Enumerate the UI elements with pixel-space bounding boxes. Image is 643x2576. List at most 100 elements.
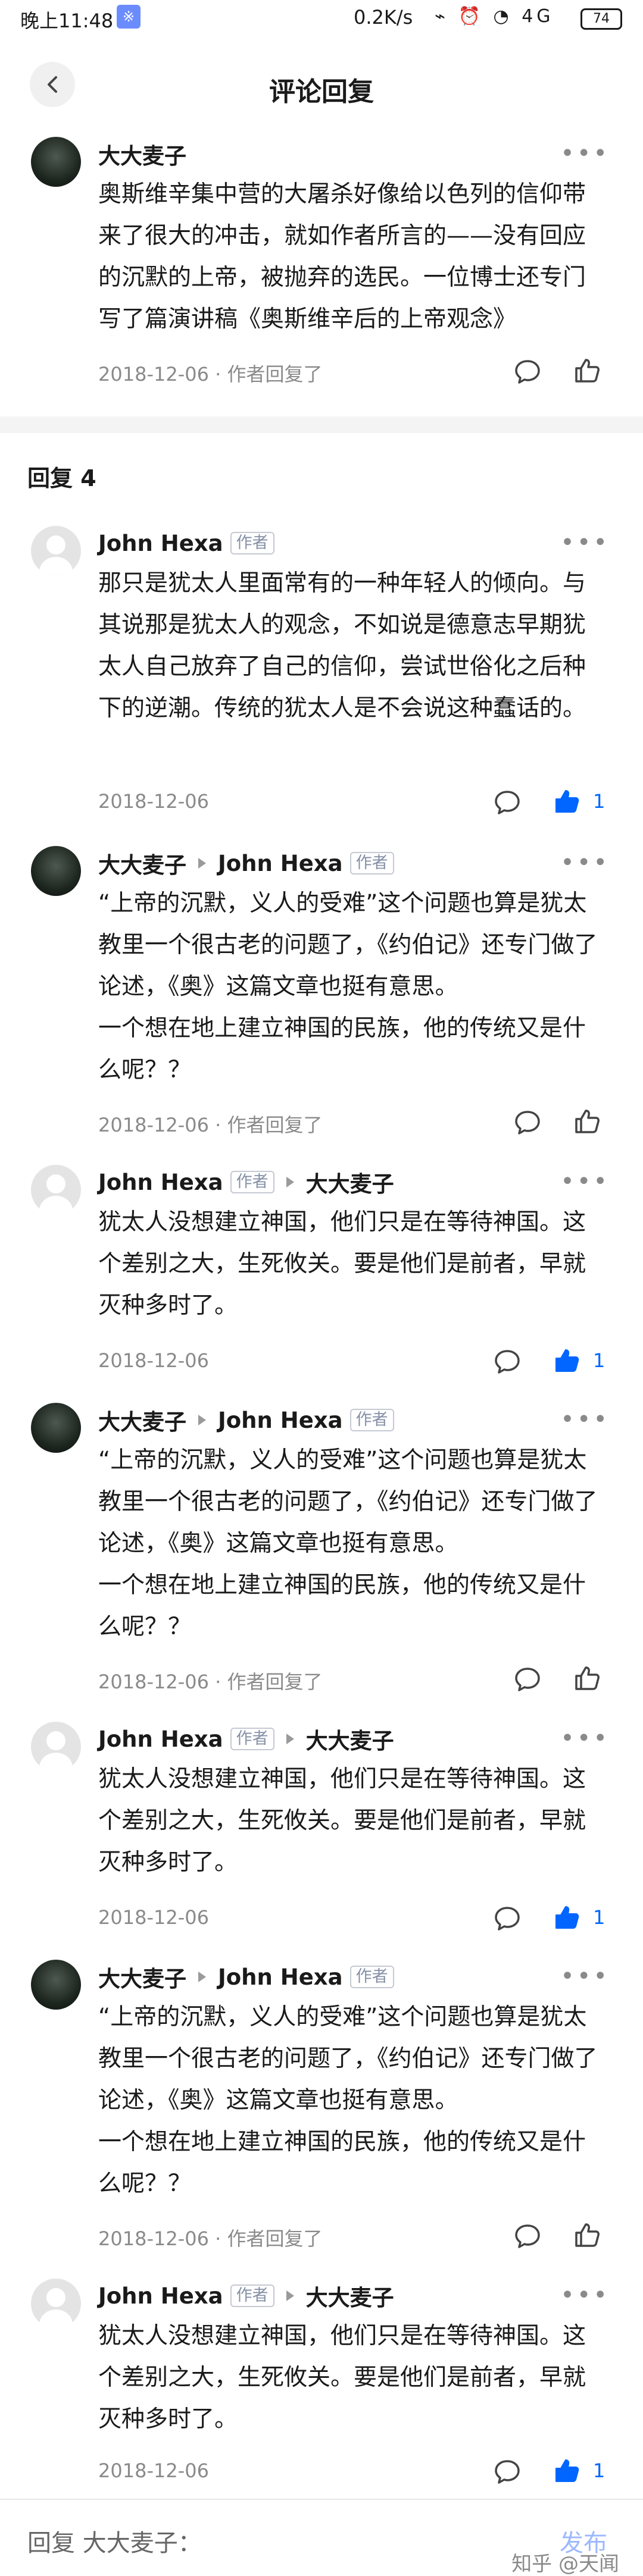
reply-item: 大大麦子 John Hexa 作者 ••• “上帝的沉默，义人的受难”这个问题也… (0, 838, 643, 1147)
reply-icon[interactable] (493, 1904, 522, 1933)
author-name[interactable]: John Hexa (98, 1726, 223, 1752)
author-row: John Hexa 作者 大大麦子 (98, 2281, 394, 2311)
author-badge: 作者 (230, 532, 274, 554)
like-icon[interactable] (573, 356, 601, 385)
comment-text: 犹太人没想建立神国，他们只是在等待神国。这个差别之大，生死攸关。要是他们是前者，… (98, 2323, 586, 2433)
reply-icon[interactable] (513, 1665, 542, 1694)
page-header: 评论回复 (0, 39, 643, 129)
author-row: John Hexa 作者 大大麦子 (98, 1166, 394, 1198)
author-name[interactable]: John Hexa (98, 2283, 223, 2309)
more-options-button[interactable]: ••• (560, 1170, 610, 1193)
author-row: John Hexa 作者 (98, 528, 274, 558)
comment-meta: 2018-12-06 · 作者回复了 (98, 1114, 323, 1136)
like-icon-active[interactable] (553, 787, 581, 816)
author-name[interactable]: 大大麦子 (98, 1404, 186, 1436)
comment-meta: 2018-12-06 · 作者回复了 (98, 1671, 323, 1693)
more-options-button[interactable]: ••• (560, 142, 610, 165)
comment-meta: 2018-12-06 (98, 1906, 209, 1929)
reply-to-name[interactable]: 大大麦子 (306, 1723, 394, 1755)
more-options-button[interactable]: ••• (560, 1964, 610, 1988)
comment-meta: 2018-12-06 · 作者回复了 (98, 2227, 323, 2250)
author-name[interactable]: John Hexa (98, 1170, 223, 1195)
watermark: 知乎 @天闻 (511, 2552, 619, 2576)
author-badge: 作者 (349, 1409, 394, 1431)
avatar[interactable] (31, 526, 81, 576)
reply-to-name[interactable]: John Hexa (218, 851, 343, 876)
reply-icon[interactable] (493, 788, 522, 817)
reply-icon[interactable] (493, 1347, 522, 1376)
author-row: 大大麦子 John Hexa 作者 (98, 1962, 394, 1992)
comment-text: “上帝的沉默，义人的受难”这个问题也算是犹太教里一个很古老的问题了，《约伯记》还… (98, 2004, 598, 2197)
reply-to-name[interactable]: John Hexa (218, 1408, 343, 1433)
avatar[interactable] (31, 1403, 81, 1453)
comment-meta: 2018-12-06 · 作者回复了 (98, 363, 323, 386)
battery-icon: 74 (580, 8, 622, 30)
more-options-button[interactable]: ••• (560, 1408, 610, 1431)
author-name[interactable]: 大大麦子 (98, 138, 186, 170)
author-badge: 作者 (349, 1966, 394, 1988)
more-options-button[interactable]: ••• (560, 2283, 610, 2307)
reply-bar: 回复 大大麦子： 发布 知乎 @天闻 (0, 2499, 643, 2576)
author-badge: 作者 (230, 1171, 274, 1193)
replies-header: 回复 4 (27, 465, 96, 491)
comment-text: 犹太人没想建立神国，他们只是在等待神国。这个差别之大，生死攸关。要是他们是前者，… (98, 1209, 586, 1319)
reply-to-arrow-icon (286, 1734, 294, 1744)
like-count: 1 (593, 790, 605, 813)
reply-to-arrow-icon (198, 1972, 206, 1982)
more-options-button[interactable]: ••• (560, 531, 610, 554)
reply-to-name[interactable]: 大大麦子 (306, 2280, 394, 2312)
more-options-button[interactable]: ••• (560, 851, 610, 875)
comment-meta: 2018-12-06 (98, 2459, 209, 2482)
avatar[interactable] (31, 137, 81, 187)
comment-text: 奥斯维辛集中营的大屠杀好像给以色列的信仰带来了很大的冲击，就如作者所言的——没有… (98, 181, 586, 333)
author-badge: 作者 (349, 852, 394, 875)
like-count: 1 (593, 1906, 605, 1929)
reply-icon[interactable] (513, 1108, 542, 1137)
author-name[interactable]: John Hexa (98, 531, 223, 556)
reply-item: John Hexa 作者 大大麦子 ••• 犹太人没想建立神国，他们只是在等待神… (0, 1157, 643, 1389)
reply-to-arrow-icon (198, 1415, 206, 1425)
avatar[interactable] (31, 2279, 81, 2329)
avatar[interactable] (31, 1960, 81, 2010)
page-title: 评论回复 (269, 77, 374, 107)
reply-input[interactable]: 回复 大大麦子： (27, 2524, 202, 2558)
reply-to-arrow-icon (198, 858, 206, 869)
like-icon[interactable] (573, 2221, 601, 2249)
reply-item: John Hexa 作者 大大麦子 ••• 犹太人没想建立神国，他们只是在等待神… (0, 2270, 643, 2499)
notification-icon: ※ (117, 5, 141, 29)
like-count: 1 (593, 1349, 605, 1372)
like-count: 1 (593, 2459, 605, 2482)
reply-item: John Hexa 作者 大大麦子 ••• 犹太人没想建立神国，他们只是在等待神… (0, 1713, 643, 1945)
reply-icon[interactable] (513, 2222, 542, 2251)
author-name[interactable]: 大大麦子 (98, 847, 186, 879)
reply-icon[interactable] (493, 2458, 522, 2486)
comment-text: “上帝的沉默，义人的受难”这个问题也算是犹太教里一个很古老的问题了，《约伯记》还… (98, 1447, 598, 1640)
author-name[interactable]: 大大麦子 (98, 1961, 186, 1993)
parent-comment: 大大麦子 ••• 奥斯维辛集中营的大屠杀好像给以色列的信仰带来了很大的冲击，就如… (0, 129, 643, 416)
like-icon[interactable] (573, 1107, 601, 1136)
like-icon-active[interactable] (553, 2456, 581, 2485)
reply-to-name[interactable]: 大大麦子 (306, 1166, 394, 1198)
reply-item: 大大麦子 John Hexa 作者 ••• “上帝的沉默，义人的受难”这个问题也… (0, 1951, 643, 2261)
like-icon[interactable] (573, 1664, 601, 1693)
author-row: 大大麦子 John Hexa 作者 (98, 848, 394, 878)
like-icon-active[interactable] (553, 1346, 581, 1375)
comment-meta: 2018-12-06 (98, 1349, 209, 1372)
author-row: 大大麦子 John Hexa 作者 (98, 1405, 394, 1435)
avatar[interactable] (31, 1722, 81, 1772)
avatar[interactable] (31, 846, 81, 896)
network-speed: 0.2K/s (354, 6, 413, 29)
reply-to-name[interactable]: John Hexa (218, 1964, 343, 1990)
status-bar: 晚上11:48 ※ 0.2K/s ⌁ ⏰ ◔ 4G 74 (0, 0, 643, 39)
avatar[interactable] (31, 1165, 81, 1215)
author-row: John Hexa 作者 大大麦子 (98, 1724, 394, 1754)
author-row: 大大麦子 (98, 139, 186, 169)
like-icon-active[interactable] (553, 1903, 581, 1932)
author-badge: 作者 (230, 2284, 274, 2307)
comment-text: 那只是犹太人里面常有的一种年轻人的倾向。与其说那是犹太人的观念，不如说是德意志早… (98, 570, 586, 722)
author-badge: 作者 (230, 1728, 274, 1750)
comment-text: “上帝的沉默，义人的受难”这个问题也算是犹太教里一个很古老的问题了，《约伯记》还… (98, 890, 598, 1083)
reply-icon[interactable] (513, 358, 542, 386)
more-options-button[interactable]: ••• (560, 1726, 610, 1750)
reply-to-arrow-icon (286, 1177, 294, 1187)
